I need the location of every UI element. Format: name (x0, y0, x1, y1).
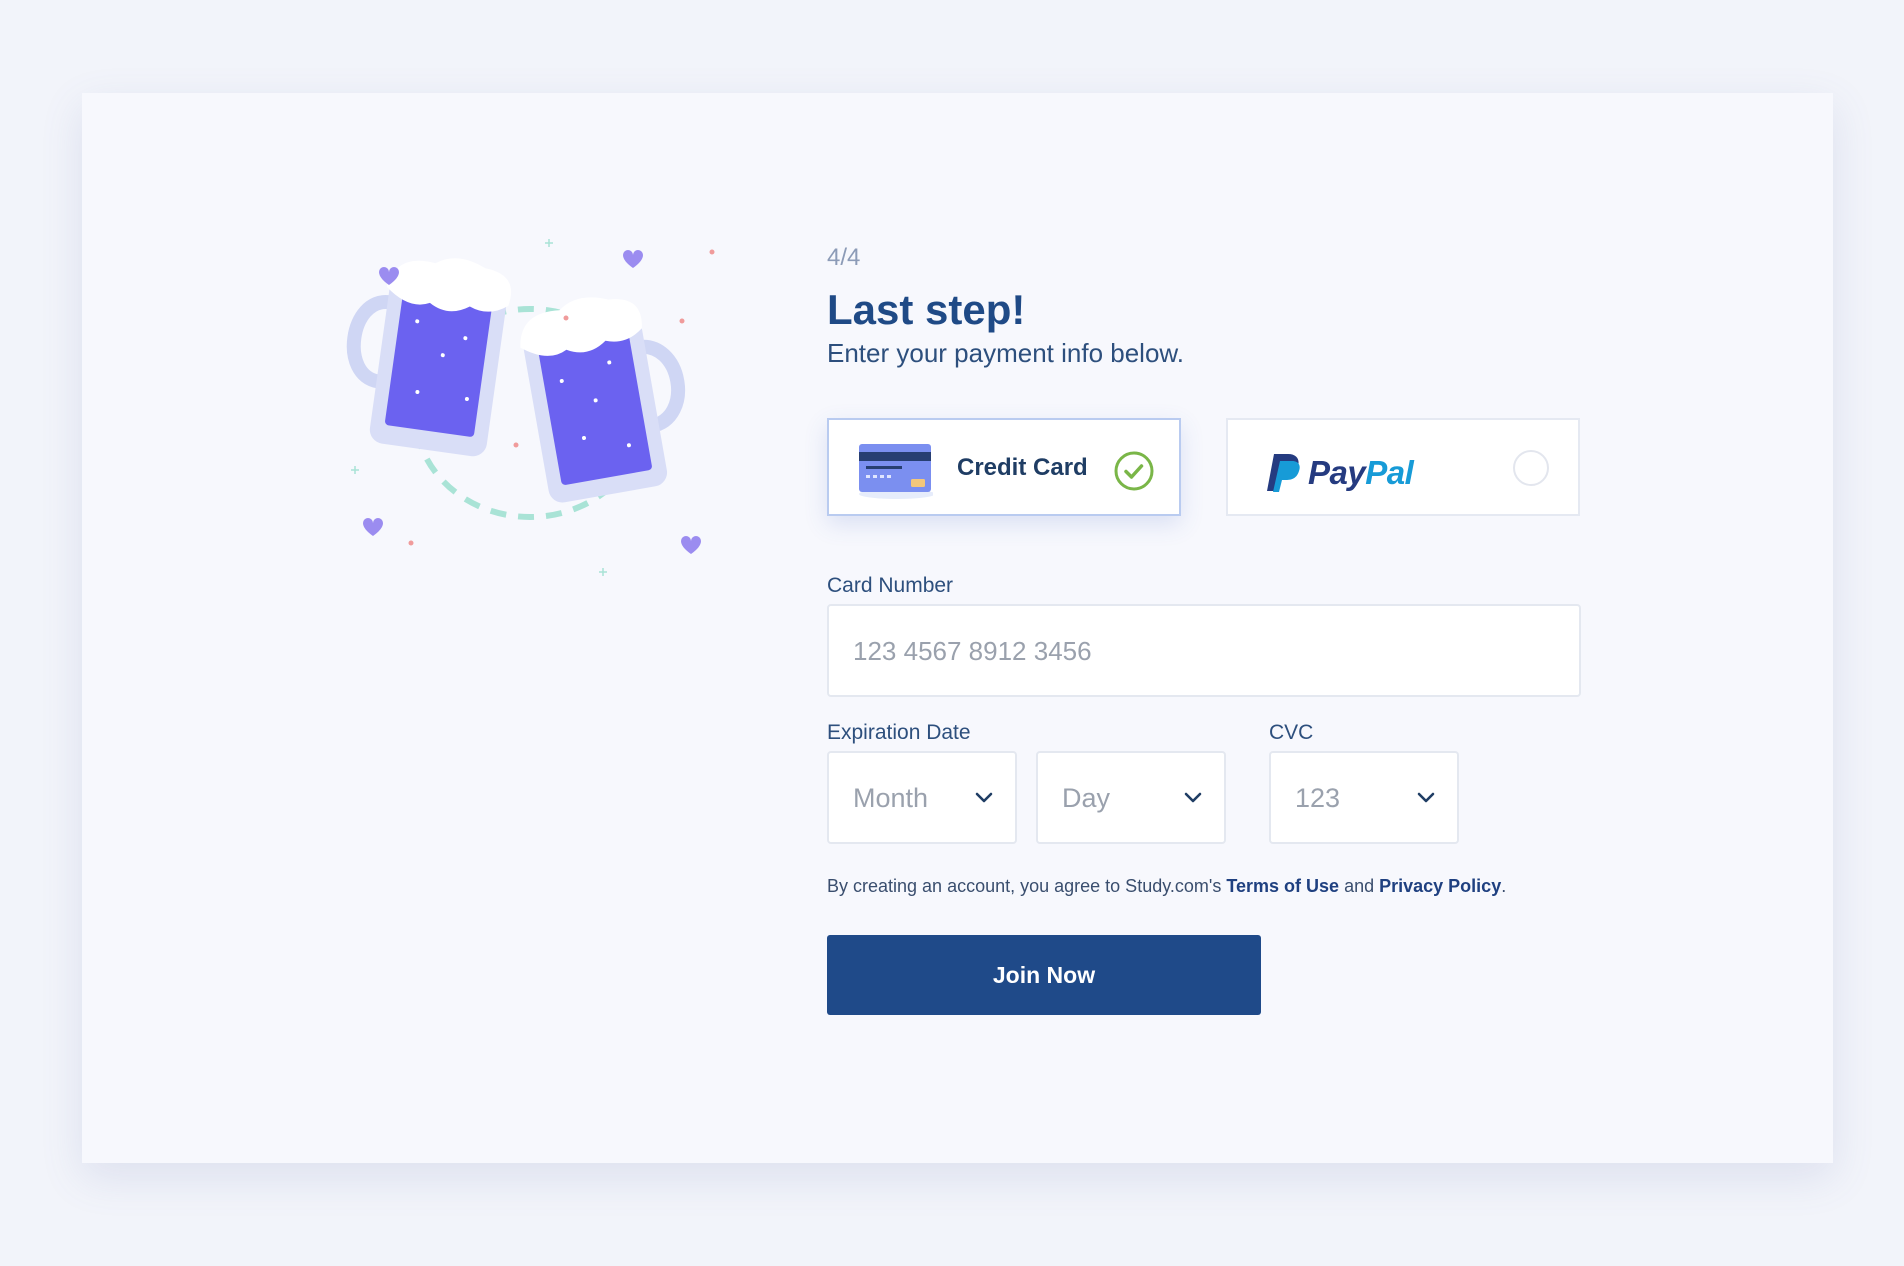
privacy-policy-link[interactable]: Privacy Policy (1379, 876, 1501, 896)
card-number-input[interactable]: 123 4567 8912 3456 (827, 604, 1581, 697)
page-title: Last step! (827, 286, 1026, 333)
paypal-logo (1267, 454, 1300, 492)
beer-mugs-cheers-illustration (346, 239, 715, 576)
terms-of-use-link[interactable]: Terms of Use (1226, 876, 1339, 896)
paypal-wordmark: PayPal (1308, 454, 1414, 492)
terms-suffix: . (1501, 876, 1507, 896)
chevron-down-icon (1417, 792, 1435, 803)
chevron-down-icon (975, 792, 993, 803)
credit-card-label: Credit Card (957, 454, 1088, 481)
join-now-button[interactable]: Join Now (827, 935, 1261, 1015)
card-number-label: Card Number (827, 574, 954, 597)
terms-and: and (1344, 876, 1375, 896)
payment-option-paypal[interactable]: PayPal (1226, 418, 1580, 516)
terms-text: By creating an account, you agree to Stu… (827, 876, 1506, 897)
paypal-wordmark-pay: Pay (1308, 454, 1366, 491)
paypal-wordmark-pal: Pal (1365, 454, 1414, 491)
chevron-down-icon (1184, 792, 1202, 803)
month-select-value: Month (853, 783, 929, 813)
check-icon (1114, 451, 1154, 491)
cvc-select-value: 123 (1295, 783, 1341, 813)
day-select[interactable]: Day (1036, 751, 1226, 844)
step-indicator: 4/4 (827, 244, 861, 271)
terms-prefix: By creating an account, you agree to Stu… (827, 876, 1222, 896)
card-number-placeholder: 123 4567 8912 3456 (853, 636, 1092, 666)
payment-option-credit-card[interactable]: Credit Card (827, 418, 1181, 516)
day-select-value: Day (1062, 783, 1111, 813)
cvc-label: CVC (1269, 721, 1314, 744)
radio-unselected-icon[interactable] (1513, 450, 1549, 486)
page-subtitle: Enter your payment info below. (827, 338, 1184, 368)
credit-card-icon (859, 444, 933, 499)
month-select[interactable]: Month (827, 751, 1017, 844)
expiration-date-label: Expiration Date (827, 721, 971, 744)
cvc-select[interactable]: 123 (1269, 751, 1459, 844)
